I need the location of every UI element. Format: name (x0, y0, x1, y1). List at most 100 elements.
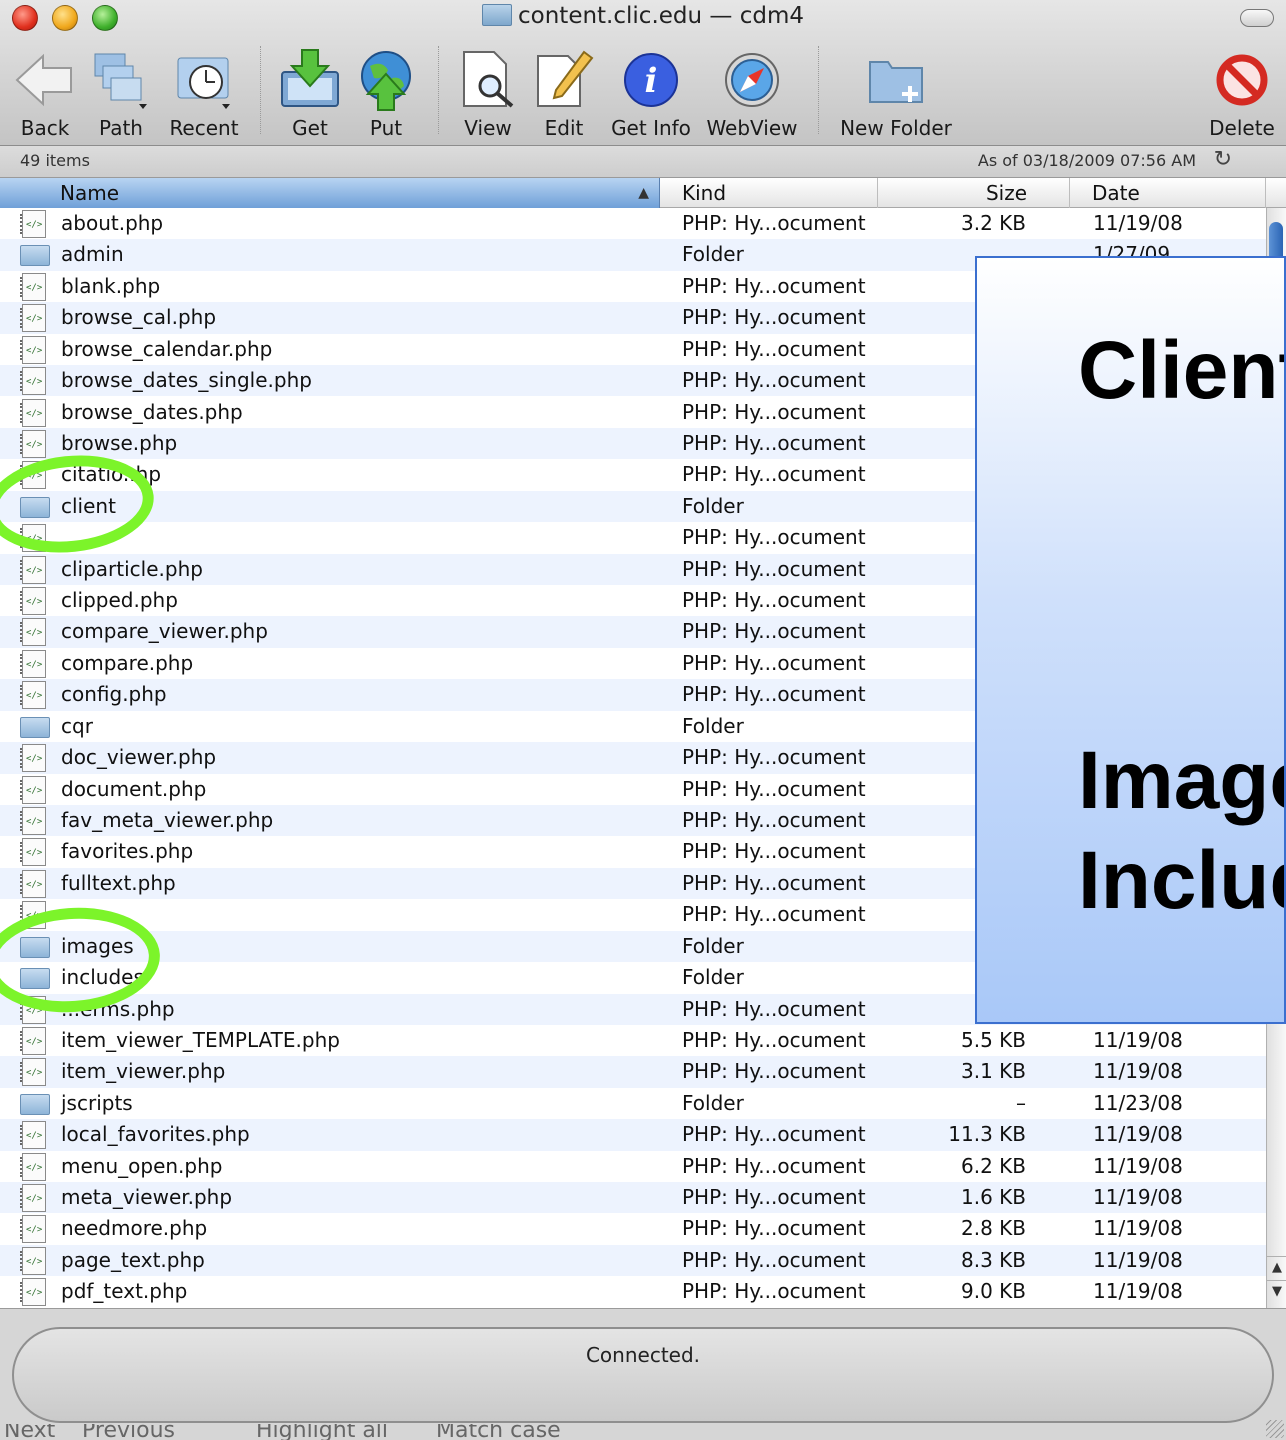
php-file-icon (20, 335, 46, 364)
file-kind: PHP: Hy...ocument (682, 1153, 866, 1178)
delete-no-icon (1216, 54, 1268, 106)
file-kind: PHP: Hy...ocument (682, 1247, 866, 1272)
get-button[interactable]: Get (278, 48, 342, 140)
file-row[interactable]: needmore.php PHP: Hy...ocument 2.8 KB 11/19… (0, 1213, 1266, 1244)
file-row[interactable]: item_viewer_TEMPLATE.php PHP: Hy...ocumen… (0, 1025, 1266, 1056)
file-kind: PHP: Hy...ocument (682, 650, 866, 675)
edit-button[interactable]: Edit (532, 48, 596, 140)
window-title: content.clic.edu — cdm4 (0, 3, 1286, 29)
file-date: 11/19/08 (1093, 211, 1183, 235)
folder-icon (20, 1093, 50, 1115)
path-folders-icon (94, 53, 147, 109)
file-row[interactable]: local_favorites.php PHP: Hy...ocument 11.3… (0, 1119, 1266, 1151)
php-file-icon (20, 681, 46, 710)
scroll-down-arrow-icon[interactable]: ▼ (1267, 1280, 1286, 1302)
php-file-icon (20, 367, 46, 396)
file-kind: PHP: Hy...ocument (682, 556, 866, 581)
back-arrow-icon (15, 53, 72, 107)
file-name: doc_viewer.php (61, 745, 217, 770)
file-name: local_favorites.php (61, 1122, 250, 1147)
file-row[interactable]: pdf_text.php PHP: Hy...ocument 9.0 KB 11/19… (0, 1276, 1266, 1307)
php-file-icon (20, 838, 46, 867)
file-kind: PHP: Hy...ocument (682, 273, 866, 298)
file-kind: PHP: Hy...ocument (682, 336, 866, 361)
file-kind: PHP: Hy...ocument (682, 682, 866, 707)
file-size: – (1016, 1090, 1026, 1115)
php-file-icon (20, 398, 46, 427)
file-kind: Folder (682, 713, 744, 738)
file-name: about.php (61, 211, 164, 235)
file-kind: PHP: Hy...ocument (682, 462, 866, 487)
file-kind: PHP: Hy...ocument (682, 1059, 866, 1084)
file-row[interactable]: menu_open.php PHP: Hy...ocument 6.2 KB 11/1… (0, 1151, 1266, 1182)
recent-button[interactable]: Recent (166, 48, 242, 140)
find-previous-button[interactable]: Previous (82, 1424, 175, 1440)
file-size: 9.0 KB (961, 1279, 1026, 1304)
file-size: 1.6 KB (961, 1185, 1026, 1210)
column-header-kind[interactable]: Kind (660, 178, 878, 208)
match-case-checkbox[interactable]: Match case (436, 1424, 561, 1440)
file-size: 8.3 KB (961, 1247, 1026, 1272)
new-folder-button[interactable]: New Folder (836, 48, 956, 140)
refresh-icon[interactable]: ↻ (1214, 147, 1232, 172)
file-kind: Folder (682, 1090, 744, 1115)
file-row[interactable]: about.php PHP: Hy...ocument 3.2 KB 11/19/08 (0, 208, 1266, 239)
overlay-images-label: Images (1078, 735, 1284, 826)
toolbar-separator (438, 46, 439, 134)
php-file-icon (20, 1184, 46, 1213)
php-file-icon (20, 1215, 46, 1244)
file-name: compare_viewer.php (61, 619, 268, 644)
file-name: blank.php (61, 273, 161, 298)
back-button[interactable]: Back (12, 48, 78, 140)
file-name: menu_open.php (61, 1153, 223, 1178)
php-file-icon (20, 210, 46, 238)
file-name: fav_meta_viewer.php (61, 807, 274, 832)
item-count: 49 items (20, 151, 90, 170)
path-button[interactable]: Path (88, 48, 154, 140)
highlight-all-checkbox[interactable]: Highlight all (256, 1424, 388, 1440)
file-kind: PHP: Hy...ocument (682, 1279, 866, 1304)
file-row[interactable]: page_text.php PHP: Hy...ocument 8.3 KB 11/1… (0, 1244, 1266, 1277)
column-header-name[interactable]: Name ▲ (0, 178, 660, 208)
annotation-overlay: Client Images Includes (975, 256, 1286, 1024)
file-kind: PHP: Hy...ocument (682, 430, 866, 455)
file-row[interactable]: meta_viewer.php PHP: Hy...ocument 1.6 KB 11… (0, 1182, 1266, 1214)
info-icon: i (624, 53, 678, 107)
file-date: 11/23/08 (1093, 1090, 1183, 1115)
column-header-size[interactable]: Size (878, 178, 1070, 208)
file-kind: PHP: Hy...ocument (682, 996, 866, 1021)
upload-globe-icon (361, 51, 411, 111)
column-header-row: Name ▲ Kind Size Date (0, 178, 1286, 208)
php-file-icon (20, 869, 46, 898)
file-name: document.php (61, 776, 207, 801)
scroll-up-arrow-icon[interactable]: ▲ (1267, 1256, 1286, 1278)
file-name: page_text.php (61, 1247, 205, 1272)
column-header-date[interactable]: Date (1070, 178, 1266, 208)
file-name: browse_dates.php (61, 399, 243, 424)
folder-row[interactable]: jscripts Folder – 11/23/08 (0, 1088, 1266, 1119)
find-next-button[interactable]: Next (4, 1424, 55, 1440)
file-row[interactable]: item_viewer.php PHP: Hy...ocument 3.1 KB 11… (0, 1056, 1266, 1088)
webview-button[interactable]: WebView (704, 48, 800, 140)
file-kind: PHP: Hy...ocument (682, 745, 866, 770)
get-info-button[interactable]: i Get Info (608, 48, 694, 140)
toolbar-toggle-button[interactable] (1240, 9, 1274, 27)
sort-ascending-icon: ▲ (638, 185, 649, 201)
put-button[interactable]: Put (354, 48, 418, 140)
file-size: 11.3 KB (948, 1122, 1026, 1147)
toolbar-separator (818, 46, 819, 134)
view-button[interactable]: View (456, 48, 520, 140)
file-kind: Folder (682, 493, 744, 518)
file-name: config.php (61, 682, 167, 707)
file-name: needmore.php (61, 1216, 208, 1241)
file-name: cliparticle.php (61, 556, 203, 581)
bottom-status-bar: Connected. (0, 1308, 1286, 1440)
file-size: 3.2 KB (961, 211, 1026, 235)
php-file-icon (20, 304, 46, 333)
file-kind: PHP: Hy...ocument (682, 305, 866, 330)
resize-grip-icon[interactable] (1266, 1420, 1284, 1438)
php-file-icon (20, 775, 46, 804)
php-file-icon (20, 1058, 46, 1087)
delete-button[interactable]: Delete (1206, 48, 1278, 140)
php-file-icon (20, 555, 46, 584)
